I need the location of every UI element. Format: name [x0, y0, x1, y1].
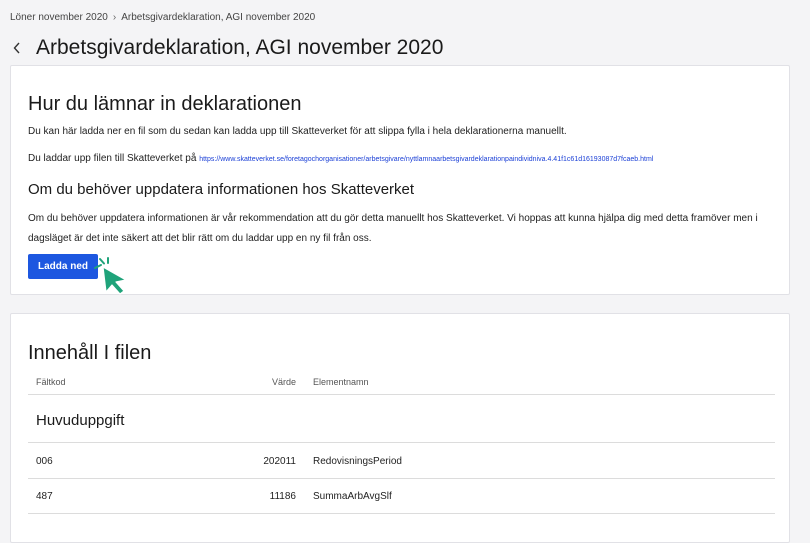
column-header-varde: Värde: [271, 377, 296, 387]
breadcrumb-item-agi: Arbetsgivardeklaration, AGI november 202…: [121, 12, 316, 23]
instructions-paragraph-2: Du laddar upp filen till Skatteverket på…: [28, 149, 783, 170]
breadcrumb: Löner november 2020 › Arbetsgivardeklara…: [10, 12, 315, 23]
page-title: Arbetsgivardeklaration, AGI november 202…: [36, 36, 444, 59]
paragraph-2-prefix: Du laddar upp filen till Skatteverket på: [28, 153, 197, 164]
section-title-huvuduppgift: Huvuduppgift: [36, 412, 125, 429]
back-button[interactable]: [10, 34, 24, 62]
page-header: Arbetsgivardeklaration, AGI november 202…: [10, 34, 443, 62]
instructions-heading: Hur du lämnar in deklarationen: [28, 93, 302, 115]
breadcrumb-item-loner[interactable]: Löner november 2020: [10, 12, 108, 23]
download-button[interactable]: Ladda ned: [28, 254, 98, 279]
header-divider: [28, 394, 775, 395]
contents-heading: Innehåll I filen: [28, 342, 152, 364]
pointer-cursor-icon: [94, 257, 127, 295]
update-subheading: Om du behöver uppdatera informationen ho…: [28, 181, 415, 198]
instructions-card: Hur du lämnar in deklarationen Du kan hä…: [10, 65, 790, 295]
cell-varde: 11186: [269, 491, 296, 502]
row-divider: [28, 478, 775, 479]
skatteverket-link[interactable]: https://www.skatteverket.se/foretagochor…: [199, 156, 653, 163]
file-contents-card: Innehåll I filen Fältkod Värde Elementna…: [10, 313, 790, 543]
cell-faltkod: 006: [36, 456, 53, 467]
section-divider: [28, 442, 775, 443]
chevron-left-icon: [13, 42, 20, 54]
instructions-paragraph-3: Om du behöver uppdatera informationen är…: [28, 213, 758, 244]
cell-varde: 202011: [263, 456, 296, 467]
column-header-elementnamn: Elementnamn: [313, 377, 369, 387]
cell-elementnamn: SummaArbAvgSlf: [313, 491, 392, 502]
cell-faltkod: 487: [36, 491, 53, 502]
row-divider: [28, 513, 775, 514]
cell-elementnamn: RedovisningsPeriod: [313, 456, 402, 467]
column-header-faltkod: Fältkod: [36, 377, 66, 387]
instructions-paragraph-1: Du kan här ladda ner en fil som du sedan…: [28, 126, 567, 137]
breadcrumb-separator: ›: [112, 12, 117, 23]
